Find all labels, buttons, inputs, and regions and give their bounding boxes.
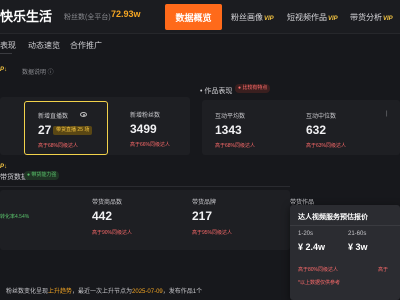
subtab-dynamics[interactable]: 动态速览 xyxy=(28,40,60,51)
trend-date: 2025-07-09 xyxy=(132,289,163,295)
divider xyxy=(290,225,400,226)
data-description-link[interactable]: 数据说明 ⓘ xyxy=(22,67,54,76)
subtab-cooperation[interactable]: 合作推广 xyxy=(70,40,102,51)
fan-count-value: 72.93w xyxy=(111,9,141,19)
works-pill-text: 比较有特点 xyxy=(242,85,268,91)
price-value-2: ¥ 3w xyxy=(348,242,368,252)
new-live-card[interactable]: 新增直播数 27 带货直播 25 场 高于68%同级达人 xyxy=(24,101,108,155)
tab-fan-profile-label: 粉丝画像 xyxy=(231,13,263,22)
price-note-1: 高于80%同级达人 xyxy=(298,267,339,273)
popup-hint: *以上数据仅供参考 xyxy=(298,280,340,286)
avg-interaction-value: 1343 xyxy=(215,123,242,137)
goods-count-value: 442 xyxy=(92,209,113,223)
median-interaction-note: 高于63%同级达人 xyxy=(306,143,347,149)
brand-title: 快乐生活 xyxy=(0,9,53,24)
works-title: • 作品表现 xyxy=(200,88,233,95)
tab-goods-analysis-label: 带货分析 xyxy=(350,13,382,22)
divider xyxy=(0,186,290,187)
new-live-label: 新增直播数 xyxy=(38,114,69,120)
price-value-1: ¥ 2.4w xyxy=(298,242,326,252)
fan-trend-summary: 粉丝数变化呈现上升趋势，最近一次上升节点为2025-07-09，发布作品1个 xyxy=(6,286,202,295)
new-fans-value: 3499 xyxy=(130,122,157,136)
vip-badge: VIP xyxy=(264,16,274,22)
median-interaction-value: 632 xyxy=(306,123,327,137)
fan-count-label: 粉丝数(全平台) xyxy=(64,14,111,21)
popup-title: 达人视频服务预估报价 xyxy=(298,214,368,221)
tab-short-video[interactable]: 短视频作品VIP xyxy=(287,12,338,23)
avg-interaction-label: 互动平均数 xyxy=(215,114,246,120)
price-note-2: 高于 xyxy=(378,267,389,273)
new-live-value: 27 xyxy=(38,123,52,137)
avg-interaction-note: 高于68%同级达人 xyxy=(215,143,256,149)
price-range-1: 1-20s xyxy=(298,231,314,237)
brand-count-value: 217 xyxy=(192,209,213,223)
commerce-pill-text: 带货能力强 xyxy=(31,172,57,178)
quote-popup: 达人视频服务预估报价 1-20s ¥ 2.4w 高于80%同级达人 21-60s… xyxy=(290,205,400,300)
works-pill: ● 比较有特点 xyxy=(235,84,271,93)
subtab-performance[interactable]: 表现 xyxy=(0,40,16,51)
works-title-text: 作品表现 xyxy=(204,88,233,95)
conversion-rate: 转化率4.54% xyxy=(0,213,29,220)
vip-indicator: P↓ xyxy=(0,164,8,170)
goods-count-label: 带货商品数 xyxy=(92,200,123,206)
conversion-value: 4.54% xyxy=(15,214,30,220)
new-fans-note: 高于66%同级达人 xyxy=(130,142,171,148)
trend-prefix: 粉丝数变化呈现 xyxy=(6,289,49,295)
trend-mid: ，最近一次上升节点为 xyxy=(72,289,133,295)
tab-short-video-label: 短视频作品 xyxy=(287,13,327,22)
commerce-panel xyxy=(0,190,290,250)
tab-fan-profile[interactable]: 粉丝画像VIP xyxy=(231,12,274,23)
conversion-label: 转化率 xyxy=(0,214,16,220)
more-indicator: | xyxy=(386,111,388,117)
commerce-pill: ● 带货能力强 xyxy=(24,171,60,180)
top-bar: 快乐生活 粉丝数(全平台) 72.93w 数据概览 粉丝画像VIP 短视频作品V… xyxy=(0,0,400,34)
tab-goods-analysis[interactable]: 带货分析VIP xyxy=(350,12,393,23)
data-description-label: 数据说明 xyxy=(22,70,47,76)
tab-data-overview[interactable]: 数据概览 xyxy=(165,4,222,30)
vip-badge: VIP xyxy=(383,16,393,22)
median-interaction-label: 互动中位数 xyxy=(306,114,337,120)
brand-count-label: 带货品牌 xyxy=(192,200,217,206)
goods-count-note: 高于90%同级达人 xyxy=(92,230,133,236)
trend-suffix: ，发布作品1个 xyxy=(162,289,203,295)
vip-indicator: P↓ xyxy=(0,67,8,73)
subtab-underline xyxy=(0,53,12,54)
price-range-2: 21-60s xyxy=(348,231,367,237)
brand-count-note: 高于95%同级达人 xyxy=(192,230,233,236)
eye-icon[interactable] xyxy=(80,112,87,117)
new-live-note: 高于68%同级达人 xyxy=(38,143,79,149)
trend-value: 上升趋势 xyxy=(48,289,73,295)
vip-badge: VIP xyxy=(328,16,338,22)
new-fans-label: 新增粉丝数 xyxy=(130,113,161,119)
goods-live-badge: 带货直播 25 场 xyxy=(53,126,93,135)
